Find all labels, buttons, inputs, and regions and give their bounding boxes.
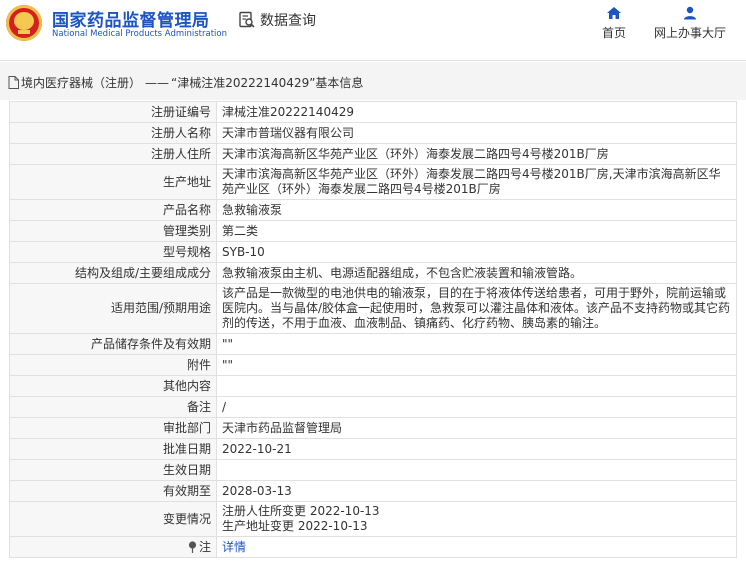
field-value: 详情 (216, 536, 737, 558)
table-row: 产品名称 急救输液泵 (9, 199, 737, 221)
field-label: 附件 (9, 354, 217, 376)
field-value: 该产品是一款微型的电池供电的输液泵，目的在于将液体传送给患者，可用于野外，院前运… (216, 283, 737, 334)
field-value: 天津市滨海高新区华苑产业区（环外）海泰发展二路四号4号楼201B厂房 (216, 143, 737, 165)
breadcrumb-separator: —— (145, 75, 170, 90)
breadcrumb-category[interactable]: 境内医疗器械（注册） (21, 74, 141, 91)
field-label: 变更情况 (9, 501, 217, 537)
field-label: 管理类别 (9, 220, 217, 242)
home-icon (607, 7, 621, 19)
field-label: 有效期至 (9, 480, 217, 502)
field-label: 备注 (9, 396, 217, 418)
table-row: 产品储存条件及有效期 "" (9, 333, 737, 355)
field-value (216, 375, 737, 397)
field-value: "" (216, 333, 737, 355)
search-document-icon (239, 11, 255, 28)
user-icon (684, 6, 696, 20)
table-row: 变更情况 注册人住所变更 2022-10-13 生产地址变更 2022-10-1… (9, 501, 737, 537)
field-value: 天津市药品监督管理局 (216, 417, 737, 439)
data-query-heading: 数据查询 (238, 10, 316, 30)
change-history: 注册人住所变更 2022-10-13 生产地址变更 2022-10-13 (216, 501, 737, 537)
field-label: 产品储存条件及有效期 (9, 333, 217, 355)
nav-home[interactable]: 首页 (598, 6, 630, 41)
table-row: 批准日期 2022-10-21 (9, 438, 737, 460)
table-row: 管理类别 第二类 (9, 220, 737, 242)
field-label: 产品名称 (9, 199, 217, 221)
site-title[interactable]: 国家药品监督管理局 (52, 6, 210, 31)
table-row: 注册证编号 津械注准20222140429 (9, 101, 737, 123)
table-row: 结构及组成/主要组成成分 急救输液泵由主机、电源适配器组成，不包含贮液装置和输液… (9, 262, 737, 284)
field-value: / (216, 396, 737, 418)
site-header: 国家药品监督管理局 National Medical Products Admi… (0, 0, 746, 61)
table-row: 备注 / (9, 396, 737, 418)
site-subtitle-en: National Medical Products Administration (52, 29, 227, 39)
field-label: 注册证编号 (9, 101, 217, 123)
field-label: 其他内容 (9, 375, 217, 397)
field-label: 注册人名称 (9, 122, 217, 144)
field-label: 型号规格 (9, 241, 217, 263)
field-label: 注 (198, 539, 211, 554)
details-link[interactable]: 详情 (222, 540, 246, 554)
field-value (216, 459, 737, 481)
nav-online-office[interactable]: 网上办事大厅 (650, 6, 730, 41)
field-value: "" (216, 354, 737, 376)
nav-home-label: 首页 (601, 26, 626, 40)
field-label: 批准日期 (9, 438, 217, 460)
field-value: 急救输液泵 (216, 199, 737, 221)
nav-online-office-label: 网上办事大厅 (653, 26, 726, 40)
table-row: 注 详情 (9, 536, 737, 558)
table-row: 附件 "" (9, 354, 737, 376)
field-label: 结构及组成/主要组成成分 (9, 262, 217, 284)
field-label: 适用范围/预期用途 (9, 283, 217, 334)
table-row: 适用范围/预期用途 该产品是一款微型的电池供电的输液泵，目的在于将液体传送给患者… (9, 283, 737, 334)
field-label: 生效日期 (9, 459, 217, 481)
table-row: 其他内容 (9, 375, 737, 397)
field-label: 审批部门 (9, 417, 217, 439)
table-row: 有效期至 2028-03-13 (9, 480, 737, 502)
breadcrumb-title: “津械注准20222140429”基本信息 (171, 76, 364, 90)
breadcrumb-bar: 境内医疗器械（注册） —— “津械注准20222140429”基本信息 (0, 62, 746, 100)
breadcrumb: 境内医疗器械（注册） —— “津械注准20222140429”基本信息 (8, 74, 363, 91)
table-row: 生产地址 天津市滨海高新区华苑产业区（环外）海泰发展二路四号4号楼201B厂房,… (9, 164, 737, 200)
table-row: 注册人住所 天津市滨海高新区华苑产业区（环外）海泰发展二路四号4号楼201B厂房 (9, 143, 737, 165)
registration-detail-table: 注册证编号 津械注准20222140429 注册人名称 天津市普瑞仪器有限公司 … (9, 101, 737, 558)
table-row: 生效日期 (9, 459, 737, 481)
field-value: 第二类 (216, 220, 737, 242)
data-query-label: 数据查询 (260, 13, 316, 29)
table-row: 型号规格 SYB-10 (9, 241, 737, 263)
field-value: 天津市普瑞仪器有限公司 (216, 122, 737, 144)
field-value: 2022-10-21 (216, 438, 737, 460)
table-row: 注册人名称 天津市普瑞仪器有限公司 (9, 122, 737, 144)
nmpa-emblem-logo[interactable] (6, 5, 42, 41)
field-value: 天津市滨海高新区华苑产业区（环外）海泰发展二路四号4号楼201B厂房,天津市滨海… (216, 164, 737, 200)
note-label-cell: 注 (9, 536, 217, 558)
field-value: SYB-10 (216, 241, 737, 263)
change-entry: 生产地址变更 2022-10-13 (222, 519, 368, 533)
pin-icon (188, 540, 197, 553)
document-icon (8, 76, 19, 89)
field-label: 生产地址 (9, 164, 217, 200)
change-entry: 注册人住所变更 2022-10-13 (222, 504, 380, 518)
field-label: 注册人住所 (9, 143, 217, 165)
field-value: 津械注准20222140429 (216, 101, 737, 123)
field-value: 急救输液泵由主机、电源适配器组成，不包含贮液装置和输液管路。 (216, 262, 737, 284)
field-value: 2028-03-13 (216, 480, 737, 502)
table-row: 审批部门 天津市药品监督管理局 (9, 417, 737, 439)
